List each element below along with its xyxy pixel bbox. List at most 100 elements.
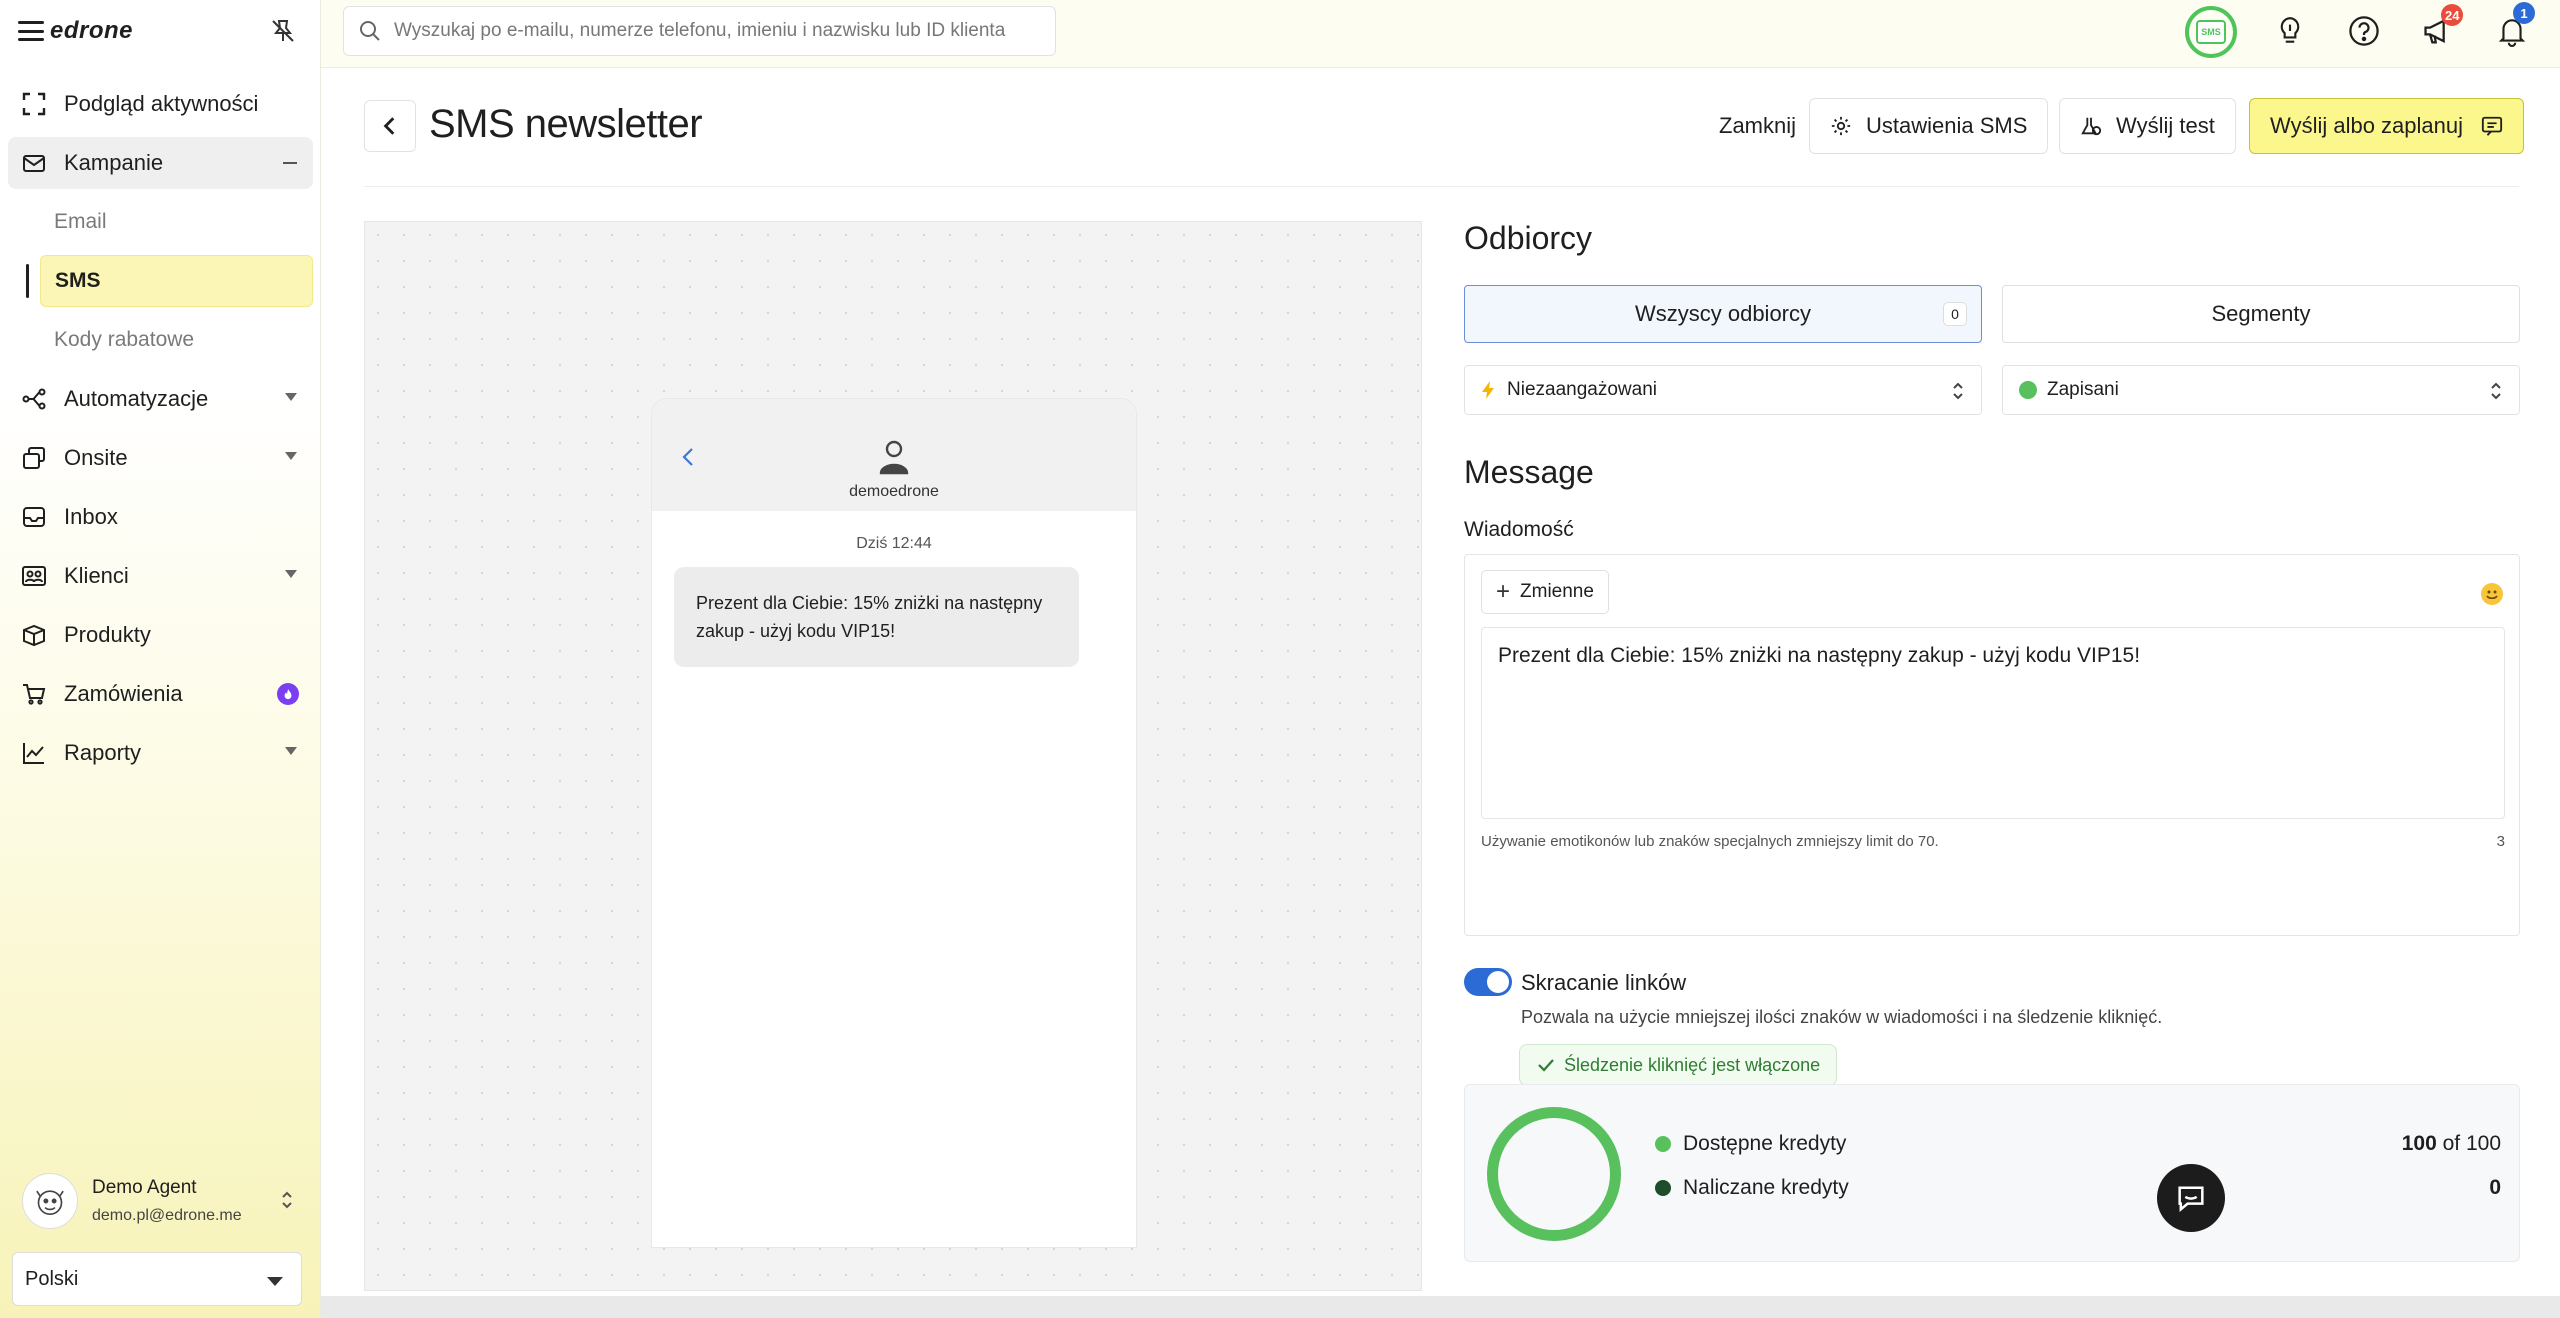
sidebar-item-label: Produkty xyxy=(64,622,151,647)
box-icon xyxy=(20,621,48,649)
credits-donut xyxy=(1487,1107,1621,1241)
send-or-schedule-button[interactable]: Wyślij albo zaplanuj xyxy=(2249,98,2525,154)
bottom-bar xyxy=(321,1296,2560,1318)
page-title: SMS newsletter xyxy=(429,102,703,146)
sidebar-item-onsite[interactable]: Onsite xyxy=(8,432,313,484)
tab-all-recipients[interactable]: Wszyscy odbiorcy 0 xyxy=(1464,285,1982,343)
message-hint: Używanie emotikonów lub znaków specjalny… xyxy=(1481,833,1939,850)
message-bubble: Prezent dla Ciebie: 15% zniżki na następ… xyxy=(674,567,1079,667)
message-textarea[interactable]: Prezent dla Ciebie: 15% zniżki na następ… xyxy=(1481,627,2505,819)
sidebar-item-campaigns[interactable]: Kampanie xyxy=(8,137,313,189)
notifications-button[interactable]: 1 xyxy=(2489,2,2535,54)
menu-icon[interactable] xyxy=(18,21,44,41)
lightbulb-icon xyxy=(2280,17,2300,43)
sidebar-item-products[interactable]: Produkty xyxy=(8,609,313,661)
chart-icon xyxy=(20,739,48,767)
available-credits-row: Dostępne kredyty 100 of 100 xyxy=(1655,1129,2501,1159)
search-input[interactable] xyxy=(394,20,1054,42)
sidebar-subitem-label: Kody rabatowe xyxy=(54,328,195,351)
engagement-select[interactable]: Niezaangażowani xyxy=(1464,365,1982,415)
chevron-left-icon xyxy=(383,117,395,135)
variables-button[interactable]: + Zmienne xyxy=(1481,570,1609,614)
phone-header: demoedrone xyxy=(652,399,1136,511)
status-dot xyxy=(2019,381,2037,399)
main-content: SMS newsletter Zamknij Ustawienia SMS Wy… xyxy=(321,68,2560,1318)
announcements-badge: 24 xyxy=(2441,4,2464,26)
sidebar: edrone Podgląd aktywności Kampanie Email… xyxy=(0,0,321,1318)
sidebar-subitem-sms[interactable]: SMS xyxy=(40,255,313,307)
tracking-status-badge: Śledzenie kliknięć jest włączone xyxy=(1519,1044,1838,1086)
language-select[interactable]: Polski xyxy=(12,1252,302,1306)
engagement-value: Niezaangażowani xyxy=(1507,379,1657,400)
emoji-icon[interactable] xyxy=(2481,583,2503,605)
chat-button[interactable] xyxy=(2157,1164,2225,1232)
sms-icon: SMS xyxy=(2196,20,2226,44)
recipients-count: 0 xyxy=(1943,302,1967,326)
message-char-count: 3 xyxy=(2496,833,2505,850)
announcements-button[interactable]: 24 xyxy=(2415,4,2464,54)
sidebar-subitem-label: Email xyxy=(54,210,107,233)
send-test-button[interactable]: Wyślij test xyxy=(2059,98,2236,154)
recipients-title: Odbiorcy xyxy=(1464,220,1593,256)
sidebar-item-activity[interactable]: Podgląd aktywności xyxy=(8,78,313,130)
help-icon xyxy=(2349,16,2379,46)
sms-preview-panel: demoedrone Dziś 12:44 Prezent dla Ciebie… xyxy=(364,221,1422,1291)
close-button[interactable]: Zamknij xyxy=(1699,98,1816,154)
sidebar-subitem-email[interactable]: Email xyxy=(40,196,313,248)
tips-button[interactable] xyxy=(2267,8,2313,54)
available-credits-total: of 100 xyxy=(2442,1132,2501,1155)
sidebar-subitem-discount-codes[interactable]: Kody rabatowe xyxy=(40,314,313,366)
expand-icon xyxy=(20,90,48,118)
chat-icon xyxy=(2178,1186,2204,1212)
link-shortening-toggle[interactable] xyxy=(1464,968,1512,996)
notifications-badge: 1 xyxy=(2513,2,2535,24)
sidebar-item-automations[interactable]: Automatyzacje xyxy=(8,373,313,425)
avatar xyxy=(22,1173,78,1229)
sidebar-item-label: Podgląd aktywności xyxy=(64,91,259,116)
sms-status-button[interactable]: SMS xyxy=(2185,6,2237,58)
sidebar-item-label: Automatyzacje xyxy=(64,386,209,411)
sidebar-item-reports[interactable]: Raporty xyxy=(8,727,313,779)
available-credits-label: Dostępne kredyty xyxy=(1683,1132,1847,1155)
flow-icon xyxy=(20,385,48,413)
status-value: Zapisani xyxy=(2047,379,2119,400)
subscription-status-select[interactable]: Zapisani xyxy=(2002,365,2520,415)
search-box[interactable] xyxy=(343,6,1056,56)
credits-panel: Dostępne kredyty 100 of 100 Naliczane kr… xyxy=(1464,1084,2520,1262)
link-shortening-description: Pozwala na użycie mniejszej ilości znakó… xyxy=(1521,1007,2163,1027)
user-menu[interactable]: Demo Agent demo.pl@edrone.me xyxy=(22,1170,302,1232)
logo-row: edrone xyxy=(18,16,308,46)
contact-icon xyxy=(879,440,909,475)
message-editor: + Zmienne Prezent dla Ciebie: 15% zniżki… xyxy=(1464,554,2520,936)
sidebar-item-inbox[interactable]: Inbox xyxy=(8,491,313,543)
tab-segments[interactable]: Segmenty xyxy=(2002,285,2520,343)
chevron-left-icon xyxy=(682,448,693,466)
sidebar-item-orders[interactable]: Zamówienia xyxy=(8,668,313,720)
test-icon xyxy=(2081,117,2102,136)
back-button[interactable] xyxy=(364,100,416,152)
sidebar-item-clients[interactable]: Klienci xyxy=(8,550,313,602)
unpin-icon[interactable] xyxy=(268,16,298,46)
charged-credits-label: Naliczane kredyty xyxy=(1683,1176,1849,1199)
chevron-down-icon[interactable] xyxy=(285,452,297,460)
sidebar-item-label: Onsite xyxy=(64,445,128,470)
help-button[interactable] xyxy=(2341,8,2387,54)
available-dot xyxy=(1655,1136,1671,1152)
tab-segments-label: Segmenty xyxy=(2211,301,2311,326)
sidebar-item-label: Kampanie xyxy=(64,150,164,175)
sender-name: demoedrone xyxy=(849,483,939,500)
tracking-status-label: Śledzenie kliknięć jest włączone xyxy=(1564,1054,1821,1075)
message-time: Dziś 12:44 xyxy=(856,535,932,552)
inbox-icon xyxy=(20,503,48,531)
link-shortening-label: Skracanie linków xyxy=(1521,970,1687,995)
sms-settings-button[interactable]: Ustawienia SMS xyxy=(1809,98,2049,154)
charged-dot xyxy=(1655,1180,1671,1196)
lightning-icon xyxy=(1482,381,1494,399)
updown-icon xyxy=(1953,382,1963,400)
chevron-down-icon[interactable] xyxy=(285,570,297,578)
close-button-label: Zamknij xyxy=(1719,113,1797,138)
sidebar-item-label: Inbox xyxy=(64,504,118,529)
chevron-down-icon[interactable] xyxy=(285,393,297,401)
chevron-down-icon[interactable] xyxy=(285,747,297,755)
collapse-icon[interactable] xyxy=(283,162,297,164)
